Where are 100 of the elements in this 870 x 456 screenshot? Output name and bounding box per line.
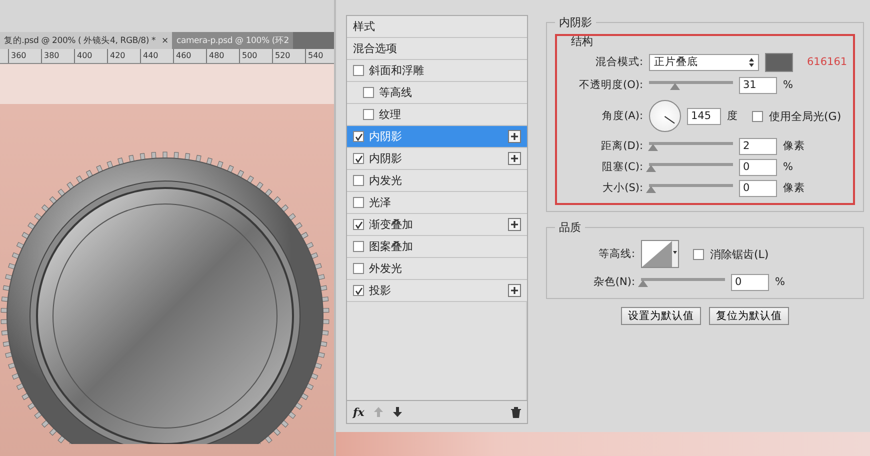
checkbox[interactable] bbox=[353, 263, 364, 274]
field-label: 大小(S): bbox=[602, 181, 643, 195]
checkbox-label: 消除锯齿(L) bbox=[710, 246, 769, 262]
unit-label: % bbox=[783, 79, 793, 91]
dialog-button[interactable]: 复位为默认值 bbox=[709, 307, 790, 325]
checkbox[interactable] bbox=[752, 110, 763, 122]
checkbox[interactable] bbox=[363, 87, 374, 98]
group-title: 品质 bbox=[558, 220, 582, 235]
ruler-label: 380 bbox=[41, 49, 74, 63]
ruler-label: 520 bbox=[272, 49, 305, 63]
style-label: 内阴影 bbox=[369, 151, 402, 166]
style-label: 外发光 bbox=[369, 261, 402, 276]
color-swatch[interactable] bbox=[765, 52, 793, 72]
value-field[interactable]: 0 bbox=[731, 274, 769, 290]
style-label: 内阴影 bbox=[369, 129, 402, 144]
unit-label: 像素 bbox=[783, 181, 805, 195]
slider-thumb[interactable] bbox=[646, 186, 656, 193]
plus-icon bbox=[510, 154, 519, 163]
checkbox[interactable] bbox=[353, 131, 364, 142]
style-item[interactable]: 渐变叠加 bbox=[347, 214, 527, 236]
down-arrow-icon[interactable] bbox=[393, 407, 402, 417]
style-item[interactable]: 投影 bbox=[347, 280, 527, 302]
check-icon bbox=[354, 132, 362, 140]
checkbox-label: 使用全局光(G) bbox=[769, 108, 842, 124]
add-button[interactable] bbox=[508, 130, 521, 143]
add-button[interactable] bbox=[508, 284, 521, 297]
value-field[interactable]: 145 bbox=[687, 108, 721, 124]
value-field[interactable]: 31 bbox=[739, 76, 777, 94]
section-title: 结构 bbox=[571, 34, 594, 49]
unit-label: % bbox=[775, 276, 785, 288]
value-field[interactable]: 2 bbox=[739, 138, 777, 154]
check-icon bbox=[354, 220, 362, 228]
field-label: 角度(A): bbox=[601, 109, 643, 123]
slider-thumb[interactable] bbox=[646, 165, 656, 172]
group-title: 内阴影 bbox=[558, 15, 593, 30]
style-item[interactable]: 纹理 bbox=[347, 104, 527, 126]
style-label: 投影 bbox=[369, 283, 391, 298]
ruler-label: 460 bbox=[173, 49, 206, 63]
style-label: 光泽 bbox=[369, 195, 391, 210]
style-item[interactable]: 混合选项 bbox=[347, 38, 527, 60]
style-label: 渐变叠加 bbox=[369, 217, 413, 232]
field-label: 不透明度(O): bbox=[578, 78, 643, 92]
color-note: 616161 bbox=[807, 56, 848, 68]
style-item[interactable]: 等高线 bbox=[347, 82, 527, 104]
field-label: 杂色(N): bbox=[592, 275, 635, 289]
style-label: 纹理 bbox=[379, 107, 401, 122]
up-arrow-icon bbox=[374, 407, 384, 417]
checkbox[interactable] bbox=[353, 175, 364, 186]
style-item[interactable]: 内阴影 bbox=[347, 148, 527, 170]
checkbox[interactable] bbox=[353, 153, 364, 164]
check-icon bbox=[354, 286, 362, 294]
field-label: 等高线: bbox=[597, 247, 635, 261]
unit-label: 度 bbox=[727, 109, 738, 123]
field-label: 混合模式: bbox=[594, 55, 643, 69]
add-button[interactable] bbox=[508, 152, 521, 165]
ruler-label: 420 bbox=[107, 49, 140, 63]
style-label: 内发光 bbox=[369, 173, 402, 188]
style-item[interactable]: 内发光 bbox=[347, 170, 527, 192]
unit-label: % bbox=[783, 161, 793, 173]
checkbox[interactable] bbox=[353, 241, 364, 252]
angle-dial[interactable] bbox=[649, 100, 681, 132]
checkbox[interactable] bbox=[353, 219, 364, 230]
value-field[interactable]: 0 bbox=[739, 180, 777, 196]
field-label: 阻塞(C): bbox=[600, 160, 643, 174]
style-label: 等高线 bbox=[379, 85, 412, 100]
ruler-label: 500 bbox=[239, 49, 272, 63]
add-button[interactable] bbox=[508, 218, 521, 231]
ruler-label: 440 bbox=[140, 49, 173, 63]
plus-icon bbox=[510, 132, 519, 141]
checkbox[interactable] bbox=[353, 65, 364, 76]
plus-icon bbox=[510, 286, 519, 295]
dialog-button[interactable]: 设置为默认值 bbox=[621, 307, 702, 325]
check-icon bbox=[354, 154, 362, 162]
checkbox[interactable] bbox=[353, 285, 364, 296]
close-button[interactable]: × bbox=[162, 36, 168, 46]
style-item[interactable]: 光泽 bbox=[347, 192, 527, 214]
checkbox[interactable] bbox=[353, 197, 364, 208]
slider-thumb[interactable] bbox=[648, 144, 658, 151]
style-item[interactable]: 外发光 bbox=[347, 258, 527, 280]
fx-button[interactable]: fx bbox=[353, 406, 364, 418]
unit-label: 像素 bbox=[783, 139, 805, 153]
caret-icon[interactable] bbox=[672, 241, 678, 267]
style-item[interactable]: 图案叠加 bbox=[347, 236, 527, 258]
ruler-label: 480 bbox=[206, 49, 239, 63]
dropdown-arrows-icon bbox=[749, 58, 754, 66]
trash-icon[interactable] bbox=[511, 406, 521, 418]
slider-thumb[interactable] bbox=[670, 83, 680, 90]
field-label: 距离(D): bbox=[600, 139, 643, 153]
checkbox[interactable] bbox=[363, 109, 374, 120]
checkbox[interactable] bbox=[693, 248, 704, 260]
plus-icon bbox=[510, 220, 519, 229]
style-label: 图案叠加 bbox=[369, 239, 413, 254]
style-label: 斜面和浮雕 bbox=[369, 63, 424, 78]
document-tab[interactable]: 复的.psd @ 200% ( 外镜头4, RGB/8) * × bbox=[0, 32, 172, 49]
ruler-label: 400 bbox=[74, 49, 107, 63]
ruler-label: 360 bbox=[8, 49, 41, 63]
blend-mode-select[interactable]: 正片叠底 bbox=[649, 54, 759, 70]
value-field[interactable]: 0 bbox=[739, 158, 777, 176]
style-item[interactable]: 斜面和浮雕 bbox=[347, 60, 527, 82]
slider-thumb[interactable] bbox=[638, 280, 648, 287]
